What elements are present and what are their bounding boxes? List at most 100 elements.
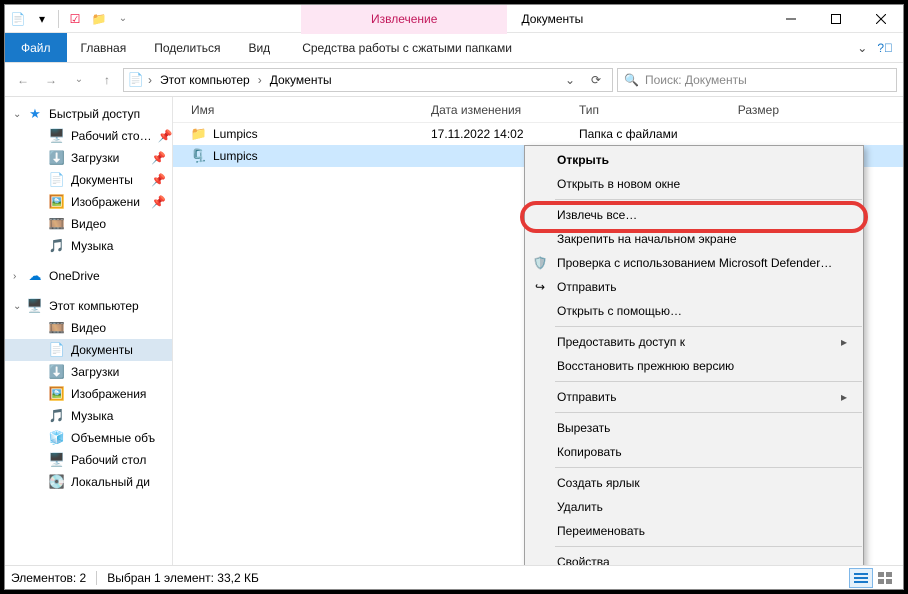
pin-icon: 📌: [158, 129, 172, 143]
pin-icon: 📌: [151, 173, 172, 187]
qat-chevron-icon[interactable]: ⌄: [112, 8, 134, 30]
address-bar[interactable]: 📄 › Этот компьютер › Документы ⌄ ⟳: [123, 68, 613, 92]
tab-home[interactable]: Главная: [67, 33, 141, 62]
item-icon: 📄: [49, 172, 65, 188]
contextual-tab-group: Извлечение: [301, 5, 507, 32]
context-menu-item[interactable]: Восстановить прежнюю версию: [525, 354, 863, 378]
status-item-count: Элементов: 2: [11, 571, 86, 585]
sidebar-item[interactable]: 🖼️Изображения: [5, 383, 172, 405]
context-menu-item[interactable]: Извлечь все…: [525, 203, 863, 227]
item-icon: 🎵: [49, 238, 65, 254]
refresh-icon[interactable]: ⟳: [584, 68, 608, 92]
sidebar-item[interactable]: 🖥️Рабочий сто…📌: [5, 125, 172, 147]
sidebar-item-label: Музыка: [71, 239, 113, 253]
sidebar-item[interactable]: ⬇️Загрузки: [5, 361, 172, 383]
context-menu-item[interactable]: Копировать: [525, 440, 863, 464]
thumbnails-view-button[interactable]: [873, 568, 897, 588]
menu-item-label: Вырезать: [557, 421, 610, 435]
submenu-arrow-icon: ▸: [841, 390, 847, 404]
context-menu-item[interactable]: Создать ярлык: [525, 471, 863, 495]
address-dropdown-icon[interactable]: ⌄: [558, 68, 582, 92]
qat-dropdown-icon[interactable]: ▾: [31, 8, 53, 30]
item-icon: 🎞️: [49, 320, 65, 336]
context-menu-item[interactable]: ↪ Отправить: [525, 275, 863, 299]
sidebar-item[interactable]: ⬇️Загрузки📌: [5, 147, 172, 169]
back-button[interactable]: ←: [11, 68, 35, 92]
chevron-right-icon[interactable]: ›: [146, 73, 154, 87]
sidebar-item[interactable]: 🎵Музыка: [5, 405, 172, 427]
sidebar-item[interactable]: 📄Документы📌: [5, 169, 172, 191]
sidebar-item[interactable]: 🎞️ Видео: [5, 317, 172, 339]
recent-dropdown-icon[interactable]: ⌄: [67, 68, 91, 92]
item-icon: ⬇️: [49, 364, 65, 380]
sidebar-item[interactable]: 🎵 Музыка: [5, 235, 172, 257]
close-button[interactable]: [858, 5, 903, 33]
help-icon[interactable]: ?⃝: [877, 41, 893, 55]
navigation-pane: ⌄★ Быстрый доступ 🖥️Рабочий сто…📌⬇️Загру…: [5, 97, 173, 565]
sidebar-item[interactable]: 🎞️Видео: [5, 213, 172, 235]
context-menu-item[interactable]: Открыть: [525, 148, 863, 172]
new-folder-icon[interactable]: 📁: [88, 8, 110, 30]
context-menu-item[interactable]: 🛡️Проверка с использованием Microsoft De…: [525, 251, 863, 275]
menu-separator: [555, 546, 862, 547]
file-row[interactable]: 📁Lumpics17.11.2022 14:02Папка с файлами: [173, 123, 903, 145]
sidebar-quick-access[interactable]: ⌄★ Быстрый доступ: [5, 103, 172, 125]
sidebar-item-label: Видео: [71, 217, 106, 231]
minimize-button[interactable]: [768, 5, 813, 33]
context-menu-item[interactable]: Удалить: [525, 495, 863, 519]
title-bar: 📄 ▾ ☑ 📁 ⌄ Извлечение Документы: [5, 5, 903, 33]
sidebar-this-pc[interactable]: ⌄🖥️ Этот компьютер: [5, 295, 172, 317]
context-menu-item[interactable]: Открыть в новом окне: [525, 172, 863, 196]
search-input[interactable]: 🔍 Поиск: Документы: [617, 68, 897, 92]
context-menu-item[interactable]: Закрепить на начальном экране: [525, 227, 863, 251]
search-icon: 🔍: [624, 73, 639, 87]
maximize-button[interactable]: [813, 5, 858, 33]
forward-button[interactable]: →: [39, 68, 63, 92]
tab-compressed-tools[interactable]: Средства работы с сжатыми папками: [284, 33, 530, 62]
sidebar-item[interactable]: 🧊Объемные объ: [5, 427, 172, 449]
sidebar-item-label: Изображения: [71, 387, 146, 401]
sidebar-item[interactable]: 🖼️Изображени📌: [5, 191, 172, 213]
chevron-right-icon[interactable]: ›: [256, 73, 264, 87]
context-menu-item[interactable]: Предоставить доступ к▸: [525, 330, 863, 354]
ribbon-expand-icon[interactable]: ⌄: [857, 41, 867, 55]
properties-icon[interactable]: 📄: [7, 8, 29, 30]
menu-item-label: Закрепить на начальном экране: [557, 232, 737, 246]
sidebar-item[interactable]: 🖥️Рабочий стол: [5, 449, 172, 471]
item-icon: 💽: [49, 474, 65, 490]
sidebar-item-label: Изображени: [71, 195, 140, 209]
tab-share[interactable]: Поделиться: [140, 33, 234, 62]
menu-item-label: Отправить: [557, 280, 617, 294]
sidebar-item-label: Видео: [71, 321, 106, 335]
context-menu-item[interactable]: Вырезать: [525, 416, 863, 440]
breadcrumb-pc[interactable]: Этот компьютер: [156, 73, 254, 87]
menu-item-label: Переименовать: [557, 524, 645, 538]
column-type[interactable]: Тип: [579, 103, 709, 117]
breadcrumb-documents[interactable]: Документы: [266, 73, 336, 87]
menu-item-label: Предоставить доступ к: [557, 335, 685, 349]
sidebar-item[interactable]: 💽 Локальный ди: [5, 471, 172, 493]
menu-separator: [555, 199, 862, 200]
column-size[interactable]: Размер: [709, 103, 789, 117]
menu-item-label: Отправить: [557, 390, 617, 404]
item-icon: 🖼️: [49, 194, 65, 210]
file-menu[interactable]: Файл: [5, 33, 67, 62]
folder-icon: 📁: [191, 126, 207, 142]
menu-item-icon: ↪: [531, 280, 549, 294]
context-menu-item[interactable]: Отправить ▸: [525, 385, 863, 409]
tab-view[interactable]: Вид: [234, 33, 284, 62]
context-menu-item[interactable]: Переименовать: [525, 519, 863, 543]
up-button[interactable]: ↑: [95, 68, 119, 92]
select-all-icon[interactable]: ☑: [64, 8, 86, 30]
sidebar-item[interactable]: 📄Документы: [5, 339, 172, 361]
column-date[interactable]: Дата изменения: [431, 103, 579, 117]
context-menu-item[interactable]: Открыть с помощью…: [525, 299, 863, 323]
column-name[interactable]: Имя: [191, 103, 431, 117]
menu-separator: [555, 381, 862, 382]
menu-item-icon: 🛡️: [531, 256, 549, 270]
sidebar-label: OneDrive: [49, 269, 100, 283]
sidebar-item-label: Локальный ди: [71, 475, 150, 489]
sidebar-onedrive[interactable]: ›☁ OneDrive: [5, 265, 172, 287]
details-view-button[interactable]: [849, 568, 873, 588]
file-list: Имя Дата изменения Тип Размер 📁Lumpics17…: [173, 97, 903, 565]
